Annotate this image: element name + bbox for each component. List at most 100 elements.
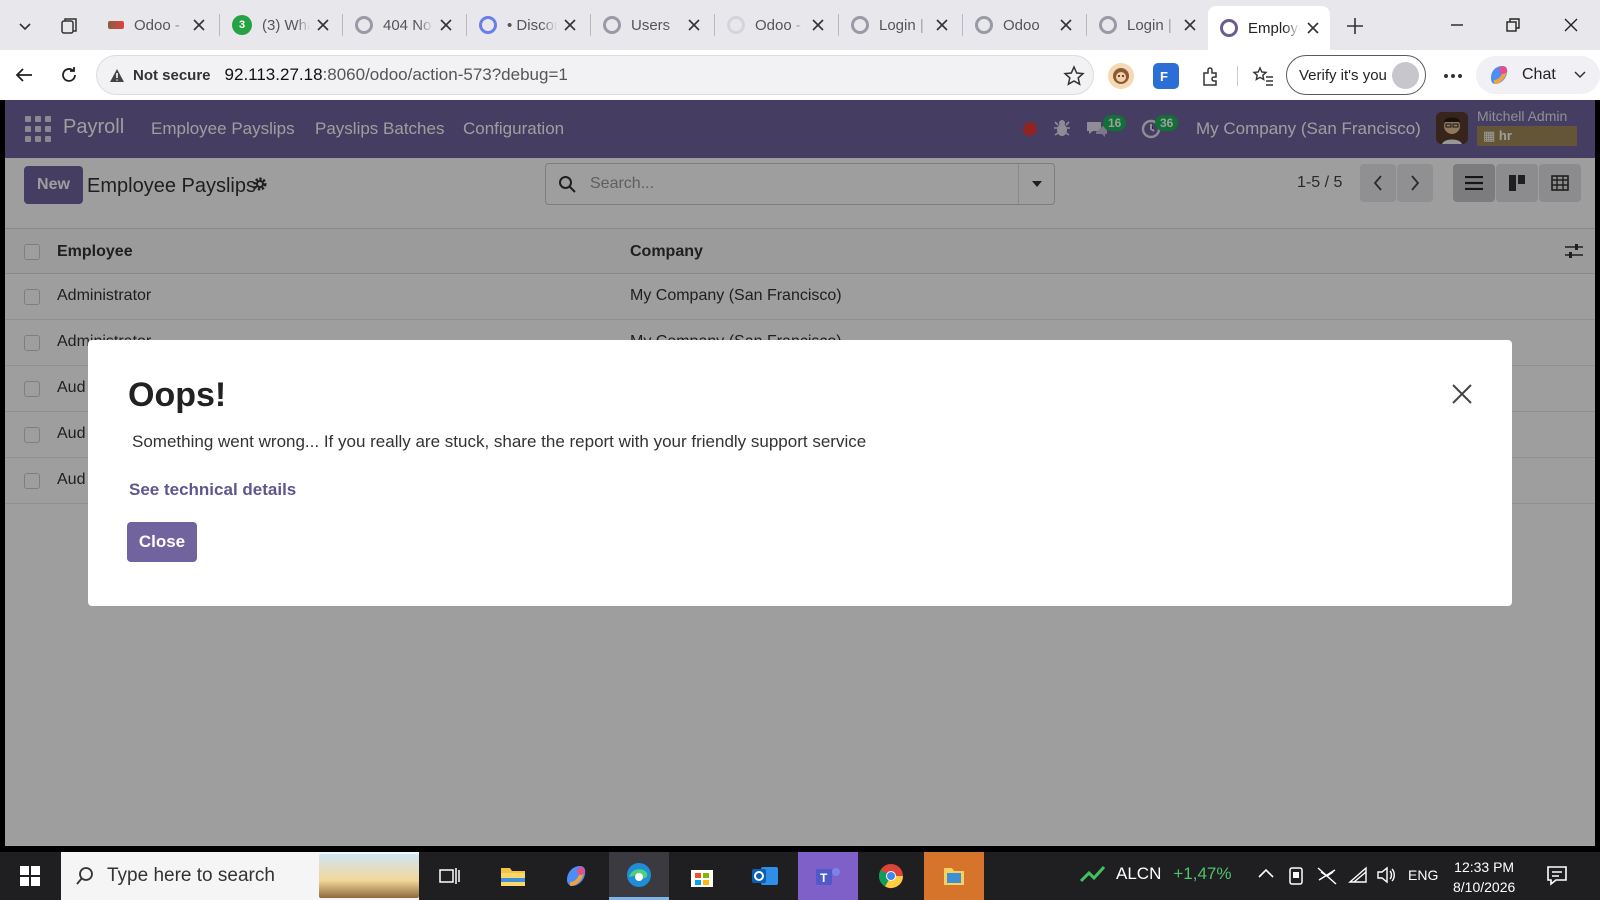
close-tab-icon[interactable] — [1057, 16, 1075, 34]
globe-icon — [355, 16, 373, 34]
globe-icon — [975, 16, 993, 34]
tab-employee-payslips[interactable]: Employee Payslips — [1208, 6, 1330, 50]
globe-icon — [1099, 16, 1117, 34]
close-tab-icon[interactable] — [1304, 19, 1322, 37]
dialog-message: Something went wrong... If you really ar… — [132, 432, 867, 451]
close-tab-icon[interactable] — [437, 16, 455, 34]
minimize-window-icon[interactable] — [1434, 8, 1480, 42]
globe-icon — [603, 16, 621, 34]
tab-search-chevron-icon[interactable] — [9, 10, 41, 42]
close-tab-icon[interactable] — [685, 16, 703, 34]
file-manager-icon[interactable] — [924, 852, 984, 900]
favorites-list-icon[interactable] — [1250, 63, 1276, 89]
volume-icon[interactable] — [1376, 866, 1396, 884]
close-tab-icon[interactable] — [190, 16, 208, 34]
more-options-icon[interactable] — [1440, 63, 1466, 89]
tab-discord[interactable]: • Discord — [467, 8, 587, 42]
tab-login-1[interactable]: Login | Odoo — [839, 8, 959, 42]
verify-profile-button[interactable]: Verify it's you — [1286, 55, 1426, 95]
chrome-icon[interactable] — [861, 852, 921, 900]
copilot-app-icon[interactable] — [546, 852, 606, 900]
wifi-icon[interactable] — [1348, 866, 1368, 884]
odoo-icon — [1220, 19, 1238, 37]
edge-browser-icon[interactable] — [609, 852, 669, 900]
url-path: :8060/odoo/action-573?debug=1 — [322, 65, 568, 84]
dialog-title: Oops! — [128, 376, 227, 414]
close-window-icon[interactable] — [1548, 8, 1594, 42]
close-tab-icon[interactable] — [933, 16, 951, 34]
warning-triangle-icon — [110, 68, 124, 82]
search-icon — [76, 867, 93, 885]
close-tab-icon[interactable] — [314, 16, 332, 34]
location-off-icon[interactable] — [1316, 866, 1338, 886]
svg-text:F: F — [1160, 69, 1168, 84]
browser-toolbar: Not secure 92.113.27.18:8060/odoo/action… — [0, 50, 1600, 100]
microsoft-store-icon[interactable] — [672, 852, 732, 900]
tab-title: Login | Odoo — [1127, 16, 1177, 34]
tab-title: Users — [631, 16, 671, 34]
clock-date: 8/10/2026 — [1453, 879, 1516, 895]
tab-login-2[interactable]: Login | Odoo — [1087, 8, 1207, 42]
verify-label: Verify it's you — [1299, 66, 1387, 84]
security-indicator[interactable]: Not secure — [109, 67, 211, 84]
error-dialog: Oops! Something went wrong... If you rea… — [88, 340, 1512, 606]
not-secure-label: Not secure — [133, 66, 211, 84]
stock-trend-icon — [1080, 865, 1106, 883]
close-button[interactable]: Close — [127, 522, 197, 562]
address-bar[interactable]: Not secure 92.113.27.18:8060/odoo/action… — [96, 55, 1094, 95]
tab-whatsapp[interactable]: 3 (3) WhatsApp — [220, 8, 340, 42]
clock-time: 12:33 PM — [1454, 859, 1515, 875]
translator-extension-icon[interactable]: F — [1153, 63, 1179, 89]
url-text: 92.113.27.18:8060/odoo/action-573?debug=… — [225, 65, 568, 85]
url-host: 92.113.27.18 — [224, 65, 323, 84]
copilot-icon — [1491, 66, 1508, 84]
chat-label: Chat — [1522, 66, 1556, 83]
copilot-chat-button[interactable]: Chat — [1476, 56, 1600, 94]
close-tab-icon[interactable] — [809, 16, 827, 34]
outlook-icon[interactable] — [735, 852, 795, 900]
workspaces-icon[interactable] — [53, 10, 85, 42]
stock-widget[interactable]: ALCN +1,47% — [1080, 864, 1232, 884]
close-tab-icon[interactable] — [561, 16, 579, 34]
tab-odoo-2[interactable]: Odoo - — [715, 8, 835, 42]
odoo-page: Payroll Employee Payslips Payslips Batch… — [5, 100, 1595, 846]
stock-symbol: ALCN — [1116, 864, 1162, 883]
teams-icon[interactable]: T — [798, 852, 858, 900]
tab-404[interactable]: 404 Not Found — [343, 8, 463, 42]
close-icon[interactable] — [1450, 382, 1474, 406]
windows-start-icon[interactable] — [4, 852, 56, 900]
loading-icon — [727, 16, 745, 34]
technical-details-link[interactable]: See technical details — [129, 480, 296, 500]
chevron-up-icon[interactable] — [1258, 868, 1274, 878]
new-tab-plus-icon[interactable] — [1338, 10, 1372, 42]
tab-users[interactable]: Users — [591, 8, 711, 42]
taskbar-search-placeholder: Type here to search — [107, 865, 275, 886]
taskbar-search-box[interactable]: Type here to search — [61, 852, 419, 900]
stock-change: +1,47% — [1173, 864, 1232, 883]
tab-title: 404 Not Found — [383, 16, 433, 34]
tab-title: Employee Payslips — [1248, 19, 1300, 37]
search-highlight-image — [319, 854, 419, 898]
profile-avatar-icon — [1392, 62, 1419, 89]
tab-odoo-1[interactable]: Odoo - — [96, 8, 216, 42]
discord-icon — [479, 16, 497, 34]
tab-title: Login | Odoo — [879, 16, 929, 34]
back-arrow-icon[interactable] — [8, 59, 40, 91]
restore-window-icon[interactable] — [1490, 8, 1536, 42]
browser-tab-strip: Odoo - 3 (3) WhatsApp 404 Not Found • Di… — [0, 0, 1600, 50]
toolbar-divider — [1237, 66, 1238, 86]
notifications-icon[interactable] — [1546, 864, 1568, 886]
device-icon[interactable] — [1288, 866, 1304, 886]
reload-icon[interactable] — [53, 59, 85, 91]
file-explorer-icon[interactable] — [483, 852, 543, 900]
task-view-icon[interactable] — [420, 852, 480, 900]
tab-title: • Discord — [507, 16, 557, 34]
monkey-extension-icon[interactable] — [1108, 63, 1134, 89]
system-clock[interactable]: 12:33 PM 8/10/2026 — [1453, 857, 1515, 897]
tab-odoo-3[interactable]: Odoo — [963, 8, 1083, 42]
tab-title: (3) WhatsApp — [262, 16, 310, 34]
input-language[interactable]: ENG — [1408, 867, 1438, 883]
close-tab-icon[interactable] — [1181, 16, 1199, 34]
favorite-star-icon[interactable] — [1063, 65, 1085, 87]
extensions-puzzle-icon[interactable] — [1198, 63, 1224, 89]
